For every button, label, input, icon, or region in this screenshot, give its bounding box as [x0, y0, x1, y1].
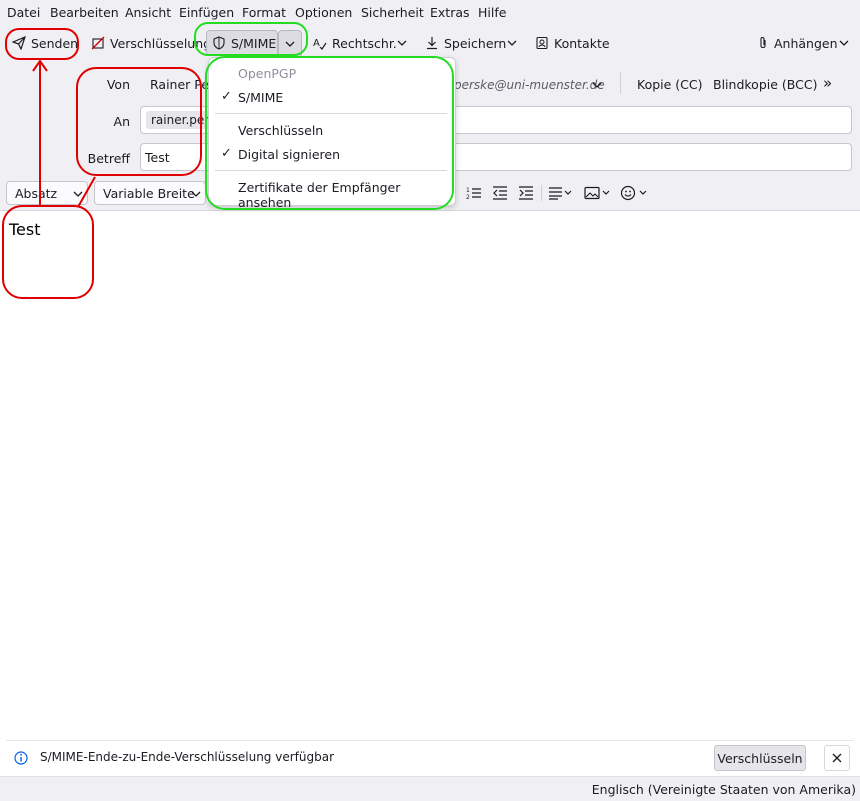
svg-text:1: 1 [466, 187, 470, 194]
spelling-dropdown-toggle[interactable] [391, 30, 413, 56]
notification-text: S/MIME-Ende-zu-Ende-Verschlüsselung verf… [40, 750, 335, 764]
spelling-button[interactable]: A Rechtschr. [308, 30, 397, 56]
header-divider [620, 72, 621, 94]
language-indicator[interactable]: Englisch (Vereinigte Staaten von Amerika… [592, 782, 856, 797]
from-address: perske@uni-muenster.de [454, 78, 605, 92]
menu-optionen[interactable]: Optionen [295, 5, 352, 20]
close-icon [832, 753, 842, 763]
menu-ansicht[interactable]: Ansicht [125, 5, 171, 20]
compose-toolbar: Senden Verschlüsselung S/MIME A Rechtsch… [0, 26, 860, 60]
attach-label: Anhängen [774, 35, 838, 51]
chevron-down-icon [839, 40, 849, 46]
from-chevron-down-icon[interactable] [592, 81, 602, 89]
menu-format[interactable]: Format [242, 5, 286, 20]
svg-text:2: 2 [466, 194, 470, 200]
menu-extras[interactable]: Extras [430, 5, 470, 20]
chevron-down-icon [507, 40, 517, 46]
chevron-down-icon [397, 40, 407, 46]
notification-close-button[interactable] [824, 745, 850, 771]
insert-image-icon[interactable] [584, 186, 612, 200]
save-dropdown-toggle[interactable] [501, 30, 523, 56]
smime-highlight-box [194, 22, 308, 56]
info-icon [14, 751, 28, 765]
more-fields-icon[interactable]: » [823, 74, 832, 92]
contacts-button[interactable]: Kontakte [530, 30, 610, 56]
menu-datei[interactable]: Datei [7, 5, 40, 20]
contacts-label: Kontakte [554, 35, 610, 51]
menu-bar: Datei Bearbeiten Ansicht Einfügen Format… [0, 0, 860, 26]
annotation-arrow-icon [32, 59, 96, 208]
paperclip-icon [760, 36, 766, 49]
menu-einfuegen[interactable]: Einfügen [179, 5, 234, 20]
encryption-off-icon [91, 36, 105, 50]
chevron-down-icon [191, 191, 201, 197]
status-bar: Englisch (Vereinigte Staaten von Amerika… [0, 776, 860, 801]
menu-hilfe[interactable]: Hilfe [478, 5, 506, 20]
menu-bearbeiten[interactable]: Bearbeiten [50, 5, 119, 20]
notification-encrypt-label: Verschlüsseln [717, 750, 803, 766]
attach-button[interactable]: Anhängen [752, 30, 838, 56]
download-icon [427, 37, 437, 50]
spelling-label: Rechtschr. [332, 35, 397, 51]
numbered-list-icon[interactable]: 12 [466, 186, 482, 200]
notification-encrypt-button[interactable]: Verschlüsseln [714, 745, 806, 771]
align-icon[interactable] [548, 186, 574, 200]
attach-dropdown-toggle[interactable] [833, 30, 855, 56]
save-button[interactable]: Speichern [420, 30, 506, 56]
body-highlight-box [2, 205, 94, 299]
menu-sicherheit[interactable]: Sicherheit [361, 5, 424, 20]
address-book-icon [536, 36, 548, 50]
message-body[interactable]: Test [0, 211, 860, 739]
format-divider [541, 185, 542, 201]
bcc-button[interactable]: Blindkopie (BCC) [713, 77, 817, 92]
svg-text:A: A [313, 38, 320, 49]
save-label: Speichern [444, 35, 507, 51]
indent-icon[interactable] [518, 186, 534, 200]
notification-bar: S/MIME-Ende-zu-Ende-Verschlüsselung verf… [6, 740, 854, 775]
encryption-button[interactable]: Verschlüsselung [86, 30, 211, 56]
emoji-icon[interactable] [620, 185, 650, 201]
dropdown-highlight-box [205, 56, 454, 210]
cc-button[interactable]: Kopie (CC) [637, 77, 703, 92]
outdent-icon[interactable] [492, 186, 508, 200]
spellcheck-icon: A [313, 38, 327, 50]
